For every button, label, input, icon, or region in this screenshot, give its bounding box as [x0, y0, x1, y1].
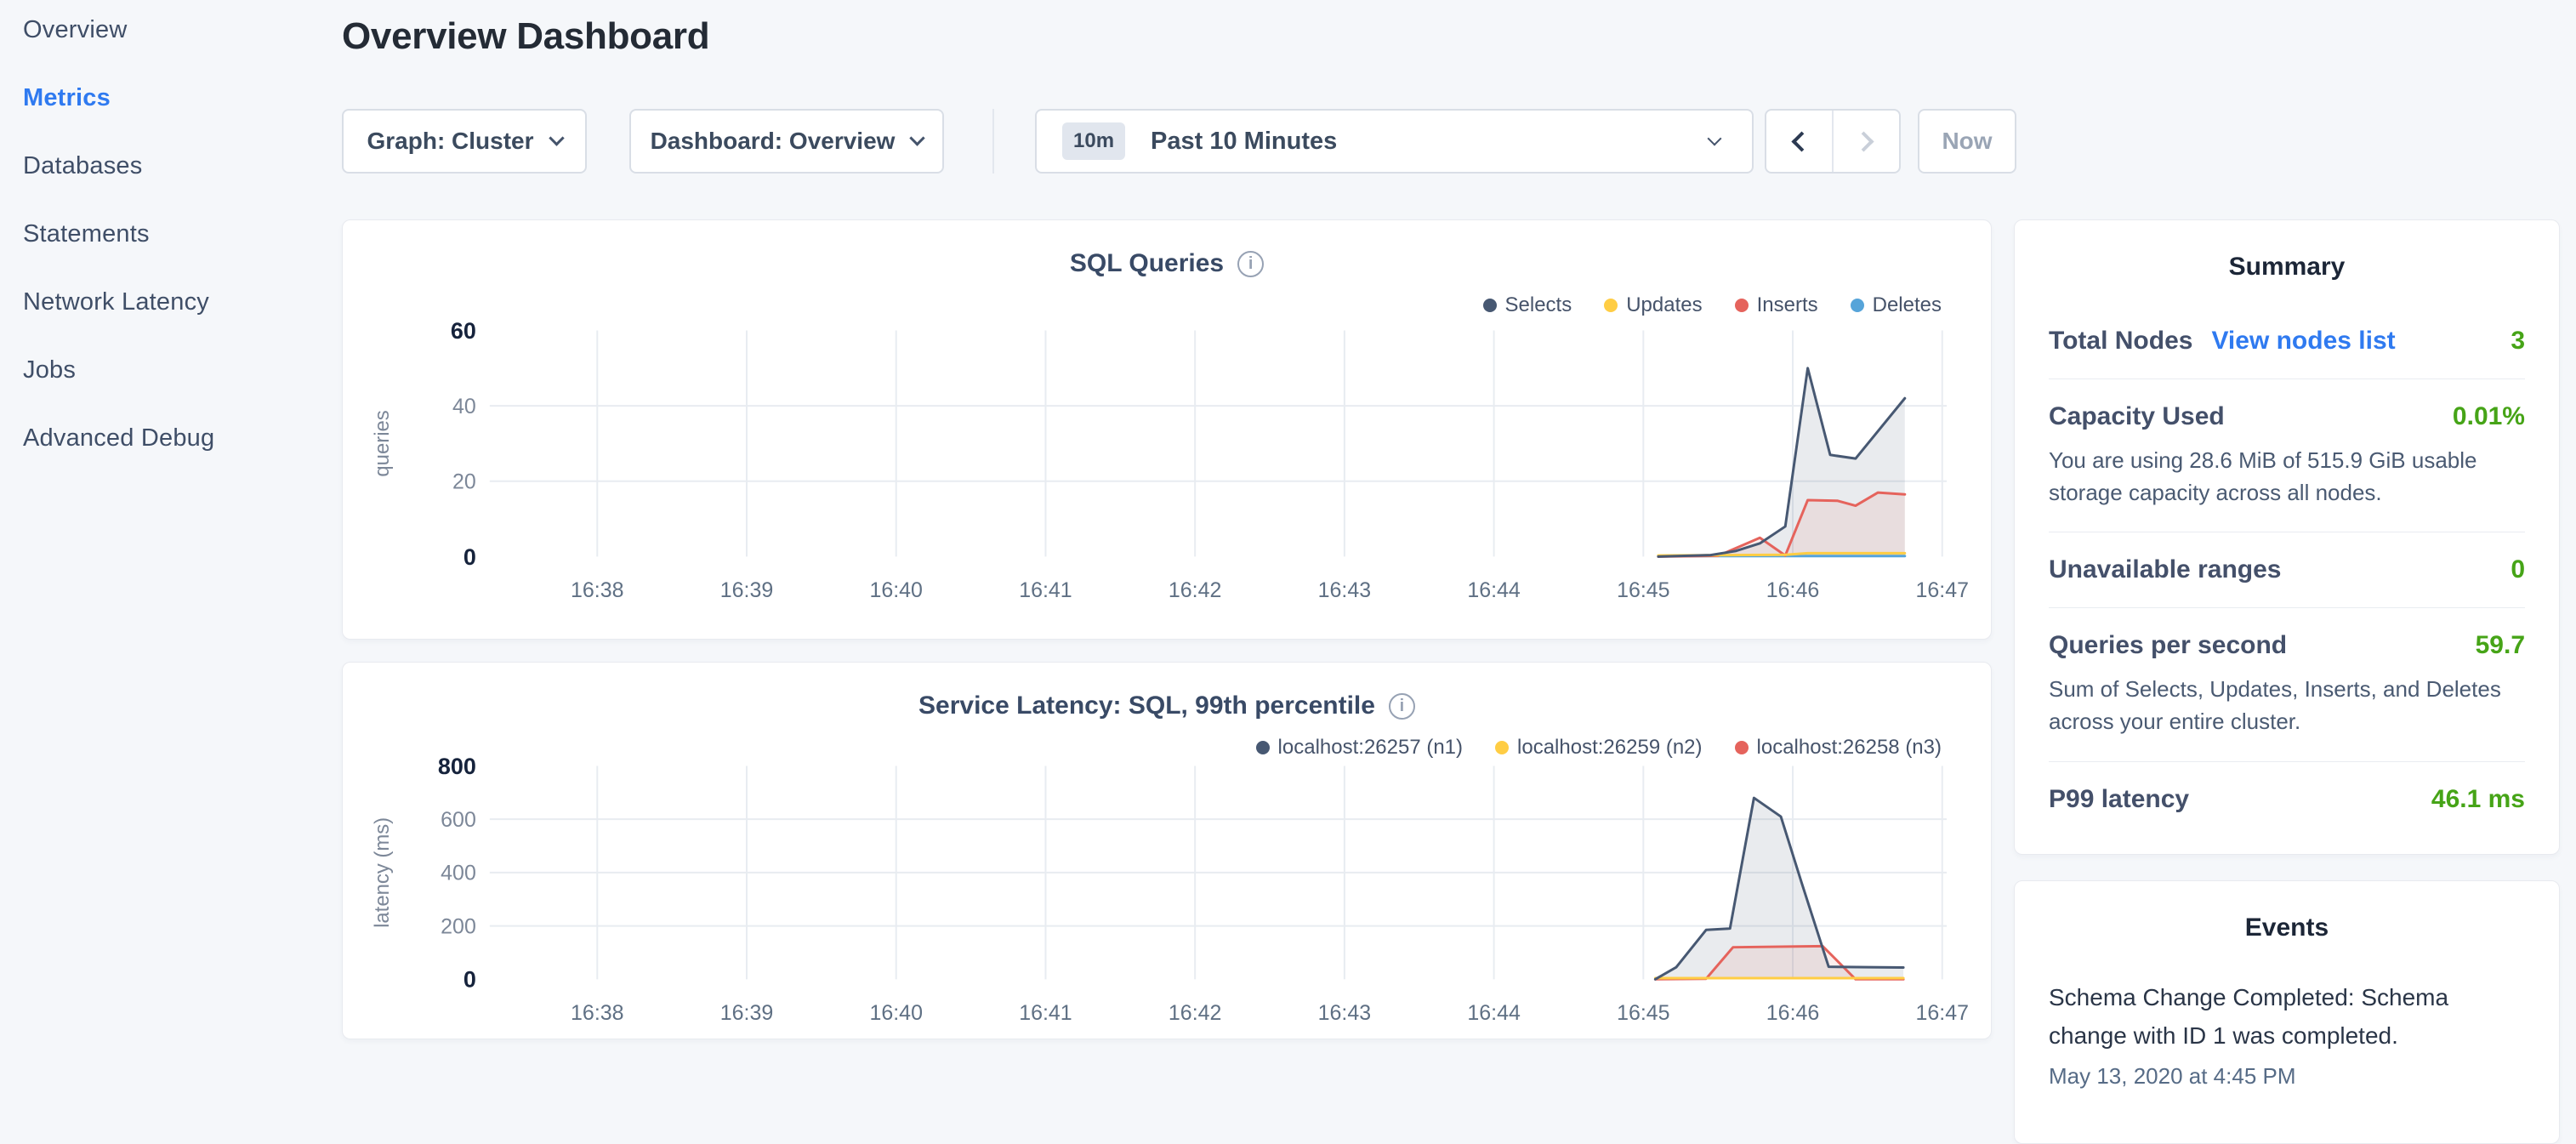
- summary-row-head: Capacity Used 0.01%: [2049, 402, 2525, 431]
- summary-row-value: 46.1 ms: [2431, 785, 2525, 814]
- svg-text:16:42: 16:42: [1169, 1001, 1221, 1025]
- summary-row-queries-per-second: Queries per second 59.7 Sum of Selects, Up…: [2049, 608, 2525, 761]
- time-nav-arrows: [1765, 109, 1901, 174]
- sidebar-item-advanced-debug[interactable]: Advanced Debug: [23, 422, 340, 454]
- summary-row-p99-latency: P99 latency 46.1 ms: [2049, 762, 2525, 837]
- sql-queries-chart: 16:38 16:39 16:40 16:41 16:42 16:43 16:44 16:45…: [343, 220, 1991, 639]
- events-list: Schema Change Completed: Schema change w…: [2049, 978, 2525, 1090]
- svg-text:16:45: 16:45: [1617, 1001, 1669, 1025]
- svg-text:16:39: 16:39: [720, 578, 773, 602]
- summary-row-value: 0.01%: [2453, 402, 2525, 431]
- summary-row-description: You are using 28.6 MiB of 515.9 GiB usab…: [2049, 445, 2525, 509]
- svg-text:16:42: 16:42: [1169, 578, 1221, 602]
- sidebar: Overview Metrics Databases Statements Networ…: [0, 0, 340, 1051]
- time-back-button[interactable]: [1766, 111, 1832, 172]
- svg-text:40: 40: [452, 395, 476, 418]
- svg-text:20: 20: [452, 470, 476, 494]
- right-sidebar: Summary Total Nodes View nodes list 3 Capac…: [2014, 219, 2560, 1144]
- divider: [992, 109, 994, 174]
- svg-text:16:47: 16:47: [1916, 578, 1969, 602]
- svg-text:16:40: 16:40: [869, 1001, 922, 1025]
- now-button[interactable]: Now: [1918, 109, 2016, 174]
- svg-text:16:46: 16:46: [1766, 578, 1819, 602]
- svg-text:0: 0: [463, 544, 476, 570]
- svg-text:16:43: 16:43: [1318, 578, 1371, 602]
- graph-dropdown-label: Graph: Cluster: [367, 128, 533, 155]
- chevron-right-icon: [1853, 131, 1874, 151]
- summary-row-head: P99 latency 46.1 ms: [2049, 785, 2525, 814]
- chevron-down-icon: [910, 130, 925, 145]
- summary-row-label: Unavailable ranges: [2049, 555, 2281, 584]
- time-forward-button[interactable]: [1832, 111, 1899, 172]
- chevron-down-icon: [1708, 132, 1722, 146]
- controls-row: Graph: Cluster Dashboard: Overview 10m P…: [342, 109, 1992, 174]
- summary-title: Summary: [2049, 220, 2525, 282]
- sidebar-item-overview[interactable]: Overview: [23, 14, 340, 46]
- event-item[interactable]: Schema Change Completed: Schema change w…: [2049, 978, 2525, 1090]
- summary-row-head: Unavailable ranges 0: [2049, 555, 2525, 584]
- sidebar-item-metrics[interactable]: Metrics: [23, 82, 340, 114]
- dashboard-dropdown-label: Dashboard: Overview: [651, 128, 896, 155]
- svg-text:200: 200: [441, 914, 476, 938]
- summary-row-label: P99 latency: [2049, 785, 2189, 814]
- summary-row-label: Queries per second: [2049, 631, 2287, 660]
- summary-row-head: Total Nodes View nodes list 3: [2049, 327, 2525, 356]
- summary-row-label: Total Nodes: [2049, 327, 2192, 356]
- summary-row-description: Sum of Selects, Updates, Inserts, and De…: [2049, 674, 2525, 737]
- dashboard-dropdown[interactable]: Dashboard: Overview: [629, 109, 944, 174]
- sidebar-item-databases[interactable]: Databases: [23, 150, 340, 182]
- sidebar-item-jobs[interactable]: Jobs: [23, 354, 340, 386]
- summary-row-value: 3: [2511, 327, 2525, 356]
- sidebar-item-network-latency[interactable]: Network Latency: [23, 286, 340, 318]
- chevron-left-icon: [1791, 131, 1811, 151]
- svg-text:16:44: 16:44: [1467, 578, 1521, 602]
- events-panel: Events Schema Change Completed: Schema c…: [2014, 880, 2560, 1144]
- event-text: Schema Change Completed: Schema change w…: [2049, 978, 2525, 1056]
- svg-text:16:38: 16:38: [571, 1001, 623, 1025]
- time-range-dropdown[interactable]: 10m Past 10 Minutes: [1035, 109, 1754, 174]
- svg-text:latency (ms): latency (ms): [371, 817, 394, 928]
- graph-dropdown[interactable]: Graph: Cluster: [342, 109, 587, 174]
- summary-row-label: Capacity Used: [2049, 402, 2225, 431]
- svg-text:16:43: 16:43: [1318, 1001, 1371, 1025]
- summary-row-unavailable-ranges: Unavailable ranges 0: [2049, 532, 2525, 608]
- view-nodes-link[interactable]: View nodes list: [2211, 327, 2395, 356]
- svg-text:600: 600: [441, 808, 476, 832]
- sidebar-item-statements[interactable]: Statements: [23, 218, 340, 250]
- summary-row-capacity-used: Capacity Used 0.01% You are using 28.6 MiB…: [2049, 379, 2525, 532]
- time-range-label: Past 10 Minutes: [1151, 128, 1337, 156]
- svg-text:16:45: 16:45: [1617, 578, 1669, 602]
- summary-row-head: Queries per second 59.7: [2049, 631, 2525, 660]
- svg-text:16:47: 16:47: [1916, 1001, 1969, 1025]
- svg-text:16:46: 16:46: [1766, 1001, 1819, 1025]
- summary-row-value: 0: [2511, 555, 2525, 584]
- svg-text:queries: queries: [371, 410, 394, 476]
- summary-row-value: 59.7: [2476, 631, 2525, 660]
- summary-panel: Summary Total Nodes View nodes list 3 Capac…: [2014, 219, 2560, 855]
- svg-text:16:40: 16:40: [869, 578, 922, 602]
- svg-text:16:41: 16:41: [1019, 578, 1072, 602]
- svg-text:800: 800: [438, 754, 476, 779]
- svg-text:60: 60: [451, 318, 476, 344]
- sql-queries-chart-card: SQL Queriesi SelectsUpdatesInsertsDelete…: [342, 219, 1992, 640]
- svg-text:400: 400: [441, 862, 476, 885]
- event-timestamp: May 13, 2020 at 4:45 PM: [2049, 1063, 2525, 1090]
- service-latency-chart: 16:38 16:39 16:40 16:41 16:42 16:43 16:44 16:45…: [343, 663, 1991, 1039]
- service-latency-chart-card: Service Latency: SQL, 99th percentilei l…: [342, 662, 1992, 1039]
- svg-text:0: 0: [463, 967, 476, 993]
- svg-text:16:44: 16:44: [1467, 1001, 1521, 1025]
- page-title: Overview Dashboard: [342, 15, 1992, 58]
- summary-row-total-nodes: Total Nodes View nodes list 3: [2049, 304, 2525, 379]
- summary-rows: Total Nodes View nodes list 3 Capacity Used…: [2049, 304, 2525, 837]
- svg-text:16:39: 16:39: [720, 1001, 773, 1025]
- main-content: Overview Dashboard Graph: Cluster Dashbo…: [342, 0, 1992, 1051]
- svg-text:16:41: 16:41: [1019, 1001, 1072, 1025]
- events-title: Events: [2049, 881, 2525, 942]
- time-range-badge: 10m: [1062, 122, 1125, 160]
- chevron-down-icon: [549, 130, 564, 145]
- svg-text:16:38: 16:38: [571, 578, 623, 602]
